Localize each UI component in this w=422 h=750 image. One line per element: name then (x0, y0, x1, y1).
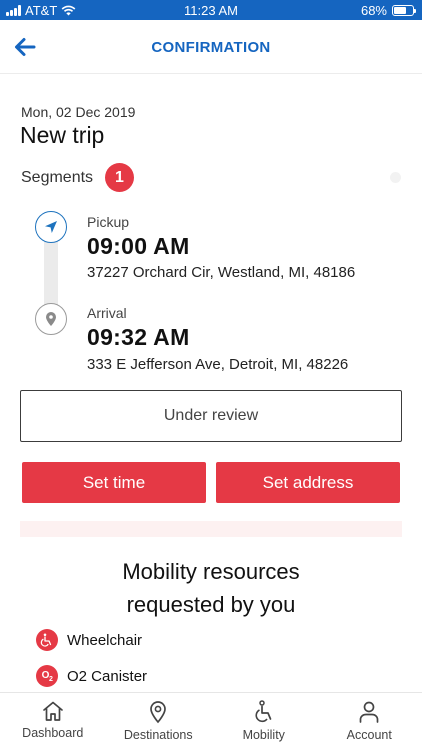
wheelchair-icon (36, 629, 58, 651)
arrival-label: Arrival (87, 305, 127, 321)
tab-mobility[interactable]: Mobility (211, 693, 317, 750)
arrival-time: 09:32 AM (87, 324, 190, 350)
resource-item-wheelchair: Wheelchair (36, 629, 142, 651)
arrival-address: 333 E Jefferson Ave, Detroit, MI, 48226 (87, 356, 349, 373)
set-time-button[interactable]: Set time (22, 462, 206, 503)
battery-percent: 68% (360, 3, 387, 18)
segments-count-badge: 1 (105, 163, 134, 192)
battery-icon (392, 5, 416, 16)
resource-item-o2-canister: O2 O2 Canister (36, 665, 147, 687)
bottom-tab-bar: Dashboard Destinations Mobility Account (0, 692, 422, 750)
pickup-label: Pickup (87, 214, 130, 230)
mobility-title-line-1: Mobility resources (122, 559, 300, 584)
route-timeline-track (44, 236, 58, 306)
trip-title: New trip (20, 122, 105, 148)
tab-label: Dashboard (22, 726, 84, 740)
pickup-time: 09:00 AM (87, 233, 190, 259)
trip-date: Mon, 02 Dec 2019 (21, 104, 136, 120)
user-icon (359, 701, 379, 723)
status-bar: AT&T 11:23 AM 68% (0, 0, 422, 20)
resource-label: Wheelchair (67, 631, 143, 649)
tab-label: Mobility (242, 728, 285, 742)
status-time: 11:23 AM (184, 3, 238, 18)
pickup-address: 37227 Orchard Cir, Westland, MI, 48186 (87, 264, 356, 281)
page-indicator-dot (390, 172, 401, 183)
battery-fill (394, 7, 407, 14)
navigation-arrow-icon (45, 221, 57, 233)
o2-canister-icon: O2 (36, 665, 58, 687)
segments-label: Segments (21, 169, 94, 186)
mobility-title-line-2: requested by you (126, 592, 296, 617)
wheelchair-icon (255, 700, 272, 723)
tab-destinations[interactable]: Destinations (106, 693, 212, 750)
section-divider (20, 521, 402, 537)
status-bar-right: 68% (360, 3, 416, 18)
home-icon (42, 701, 63, 721)
arrival-marker (35, 303, 67, 335)
map-pin-icon (150, 701, 167, 724)
set-address-button[interactable]: Set address (216, 462, 400, 503)
resource-label: O2 Canister (67, 667, 148, 685)
location-pin-icon (46, 312, 56, 326)
mobility-resources-title: Mobility resources requested by you (0, 555, 422, 621)
pickup-marker (35, 211, 67, 243)
trip-status-label: Under review (163, 407, 259, 424)
tab-label: Account (346, 728, 392, 742)
tab-label: Destinations (123, 728, 193, 742)
confirmation-screen: AT&T 11:23 AM 68% CONFIRMATION Mon, 02 D… (0, 0, 422, 750)
page-title: CONFIRMATION (151, 39, 271, 56)
navigation-header: CONFIRMATION (0, 20, 422, 74)
trip-status-box: Under review (20, 390, 402, 442)
tab-account[interactable]: Account (317, 693, 422, 750)
tab-dashboard[interactable]: Dashboard (0, 693, 106, 750)
